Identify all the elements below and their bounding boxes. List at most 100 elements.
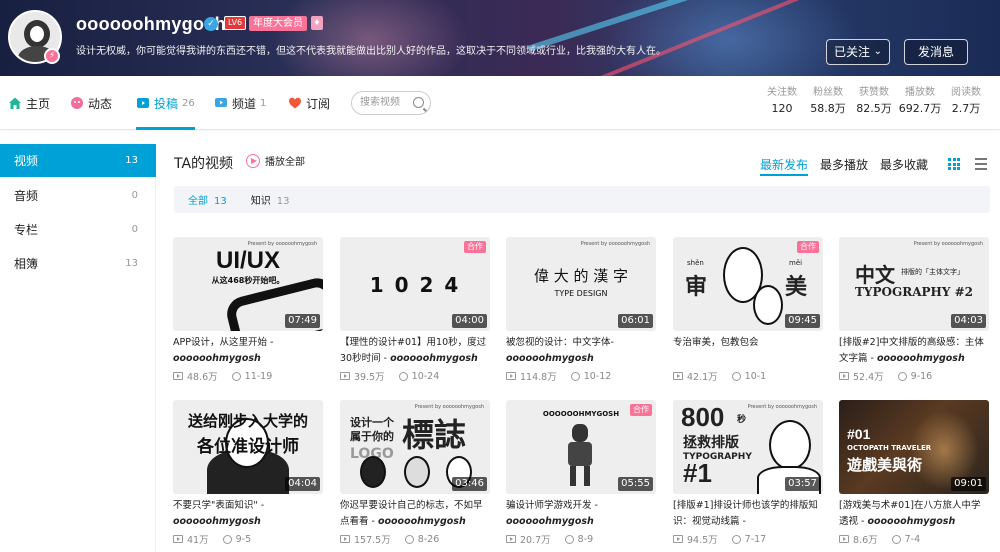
video-card[interactable]: 合作 shěn 审 měi 美 09:45 专治审美，包教包会 42.1万 10-… [673, 237, 823, 387]
video-thumbnail[interactable]: Present by oooooohmygosh 设计一个 属于你的 標誌 LO… [340, 400, 490, 494]
play-count: 94.5万 [687, 535, 718, 546]
sort-most-favorited[interactable]: 最多收藏 [880, 156, 928, 173]
verified-icon: ✓ [204, 17, 218, 31]
video-card[interactable]: Present by oooooohmygosh 中文 排版的「主体文字」 TY… [839, 237, 989, 387]
video-card[interactable]: 合作 1 0 2 4 04:00 【理性的设计#01】用10秒，度过30秒时间 … [340, 237, 490, 387]
play-count: 42.1万 [687, 372, 718, 383]
stat-label: 粉丝数 [813, 87, 843, 98]
play-count-icon [506, 372, 516, 380]
filter-knowledge[interactable]: 知识 13 [251, 192, 290, 207]
grid-view-icon[interactable] [948, 158, 960, 170]
video-card[interactable]: Present by oooooohmygosh 800 秒 拯救排版 TYPO… [673, 400, 823, 550]
stat-following[interactable]: 关注数 120 [758, 86, 806, 118]
message-button[interactable]: 发消息 [904, 39, 968, 65]
video-thumbnail[interactable]: 合作 shěn 审 měi 美 09:45 [673, 237, 823, 331]
stat-followers[interactable]: 粉丝数 58.8万 [804, 86, 852, 118]
filter-count: 13 [276, 196, 290, 207]
follow-label: 已关注 [834, 45, 871, 59]
video-card[interactable]: 送给刚步入大学的 各位准设计师 04:04 不要只学"表面知识" - ooooo… [173, 400, 323, 550]
tab-videos-count: 26 [182, 97, 195, 109]
figure-graphic [360, 456, 386, 488]
clock-icon [731, 534, 741, 544]
robot-graphic [570, 466, 576, 486]
video-title[interactable]: [排版#2]中文排版的高级感：主体文字篇 - oooooohmygosh [839, 335, 989, 367]
search-input[interactable]: 搜索视频 [351, 91, 431, 115]
video-thumbnail[interactable]: 送给刚步入大学的 各位准设计师 04:04 [173, 400, 323, 494]
play-count-icon [173, 372, 183, 380]
robot-graphic [572, 424, 588, 442]
follow-button[interactable]: 已关注 ⌄ [826, 39, 890, 65]
stat-value: 82.5万 [856, 102, 892, 115]
clock-icon [222, 534, 232, 544]
robot-graphic [584, 466, 590, 486]
thumb-subtitle: OCTOPATH TRAVELER [847, 444, 932, 452]
clock-icon [564, 534, 574, 544]
tab-subscriptions[interactable]: 订阅 [288, 76, 330, 130]
coop-badge: 合作 [797, 241, 819, 253]
video-meta: 39.5万 10-24 [340, 369, 490, 383]
sidebar-item-albums[interactable]: 相簿 13 [0, 247, 156, 280]
sort-most-played[interactable]: 最多播放 [820, 156, 868, 173]
tab-dynamic-label: 动态 [88, 96, 113, 111]
video-title[interactable]: [排版#1]排设计师也该学的排版知识：视觉动线篇 - [673, 498, 823, 530]
stat-label: 关注数 [767, 87, 797, 98]
filter-all[interactable]: 全部 13 [188, 192, 227, 207]
video-thumbnail[interactable]: 合作 OOOOOOHMYGOSH 05:55 [506, 400, 656, 494]
search-icon[interactable] [413, 97, 424, 108]
thumb-title: #01 [847, 426, 871, 442]
video-title[interactable]: APP设计，从这里开始 - oooooohmygosh [173, 335, 323, 367]
video-thumbnail[interactable]: Present by oooooohmygosh UI/UX 从这468秒开始吧… [173, 237, 323, 331]
video-title[interactable]: 你迟早要设计自己的标志，不如早点看看 - oooooohmygosh [340, 498, 490, 530]
video-thumbnail[interactable]: Present by oooooohmygosh 中文 排版的「主体文字」 TY… [839, 237, 989, 331]
tab-channels[interactable]: 频道 1 [214, 76, 266, 130]
video-thumbnail[interactable]: Present by oooooohmygosh 偉 大 的 漢 字 TYPE … [506, 237, 656, 331]
filter-label: 知识 [250, 196, 271, 207]
clock-icon [891, 534, 901, 544]
video-title[interactable]: 被忽视的设计：中文字体- oooooohmygosh [506, 335, 656, 367]
sidebar-item-count: 13 [125, 258, 138, 269]
play-icon [246, 153, 260, 168]
channel-icon [215, 98, 227, 107]
video-title[interactable]: 骗设计师学游戏开发 - oooooohmygosh [506, 498, 656, 530]
sidebar-item-label: 视频 [14, 154, 39, 168]
video-thumbnail[interactable]: #01 OCTOPATH TRAVELER 遊戲美與術 09:01 [839, 400, 989, 494]
video-duration: 03:57 [785, 477, 820, 491]
video-meta: 157.5万 8-26 [340, 532, 490, 546]
video-card[interactable]: Present by oooooohmygosh UI/UX 从这468秒开始吧… [173, 237, 323, 387]
video-thumbnail[interactable]: Present by oooooohmygosh 800 秒 拯救排版 TYPO… [673, 400, 823, 494]
video-title[interactable]: [游戏美与术#01]在八方旅人中学透视 - oooooohmygosh [839, 498, 989, 530]
tab-dynamic[interactable]: 动态 [70, 76, 112, 130]
video-card[interactable]: Present by oooooohmygosh 设计一个 属于你的 標誌 LO… [340, 400, 490, 550]
play-all-button[interactable]: 播放全部 [246, 153, 305, 168]
video-title[interactable]: 【理性的设计#01】用10秒，度过30秒时间 - oooooohmygosh [340, 335, 490, 367]
thumb-credit: OOOOOOHMYGOSH [542, 410, 620, 418]
video-title[interactable]: 不要只学"表面知识" - oooooohmygosh [173, 498, 323, 530]
video-meta: 52.4万 9-16 [839, 369, 989, 383]
video-card[interactable]: Present by oooooohmygosh 偉 大 的 漢 字 TYPE … [506, 237, 656, 387]
video-card[interactable]: #01 OCTOPATH TRAVELER 遊戲美與術 09:01 [游戏美与术… [839, 400, 989, 550]
figure-graphic [753, 285, 783, 325]
video-title-text: 骗设计师学游戏开发 - [506, 500, 598, 511]
tab-videos[interactable]: 投稿 26 [136, 76, 195, 130]
vip-badge[interactable]: 年度大会员 [249, 16, 307, 31]
video-meta: 20.7万 8-9 [506, 532, 656, 546]
video-card[interactable]: 合作 OOOOOOHMYGOSH 05:55 骗设计师学游戏开发 - ooooo… [506, 400, 656, 550]
thumb-credit: Present by oooooohmygosh [580, 241, 650, 247]
sort-newest[interactable]: 最新发布 [760, 156, 809, 176]
video-thumbnail[interactable]: 合作 1 0 2 4 04:00 [340, 237, 490, 331]
video-author: oooooohmygosh [173, 353, 261, 364]
video-title[interactable]: 专治审美，包教包会 [673, 335, 823, 367]
play-count-icon [173, 535, 183, 543]
filter-label: 全部 [188, 196, 208, 207]
list-view-icon[interactable] [975, 158, 987, 170]
tab-videos-label: 投稿 [154, 96, 179, 111]
sidebar-item-video[interactable]: 视频 13 [0, 144, 156, 177]
play-count: 48.6万 [187, 372, 218, 383]
play-count: 157.5万 [354, 535, 391, 546]
sidebar-item-audio[interactable]: 音频 0 [0, 179, 156, 212]
play-count-icon [673, 372, 683, 380]
publish-date: 8-9 [577, 533, 594, 545]
thumb-pinyin: shěn [687, 259, 704, 267]
sidebar-item-articles[interactable]: 专栏 0 [0, 213, 156, 246]
tab-home[interactable]: 主页 [8, 76, 50, 130]
